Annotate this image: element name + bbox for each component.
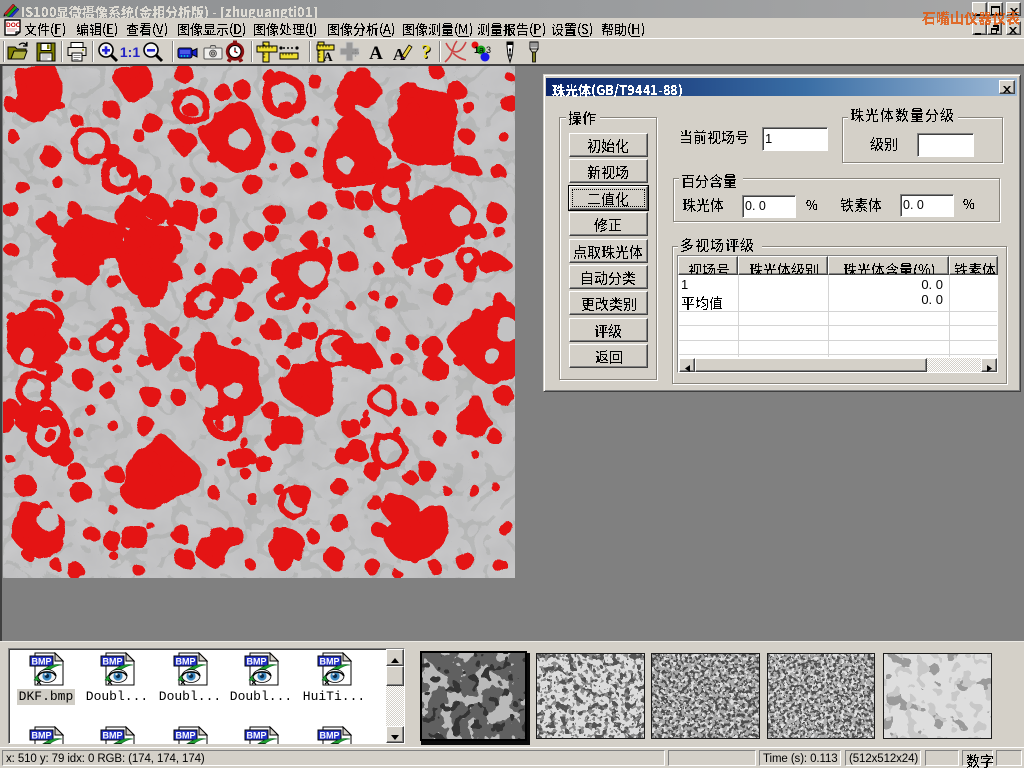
svg-text:a: a [479,45,484,55]
svg-text:A: A [323,49,333,64]
svg-text:BMP: BMP [32,731,52,741]
svg-text:BMP: BMP [320,657,340,667]
svg-text:BMP: BMP [247,657,267,667]
svg-text:BMP: BMP [103,657,123,667]
svg-text:BMP: BMP [320,731,340,741]
svg-text:DOC: DOC [6,22,21,29]
svg-text:BMP: BMP [176,657,196,667]
svg-text:?: ? [421,41,431,63]
svg-text:BMP: BMP [247,731,267,741]
svg-text:BMP: BMP [103,731,123,741]
svg-text:BMP: BMP [176,731,196,741]
svg-text:3: 3 [486,45,491,55]
svg-text:1:1: 1:1 [120,44,140,60]
svg-text:A: A [369,43,383,64]
svg-text:BMP: BMP [32,657,52,667]
